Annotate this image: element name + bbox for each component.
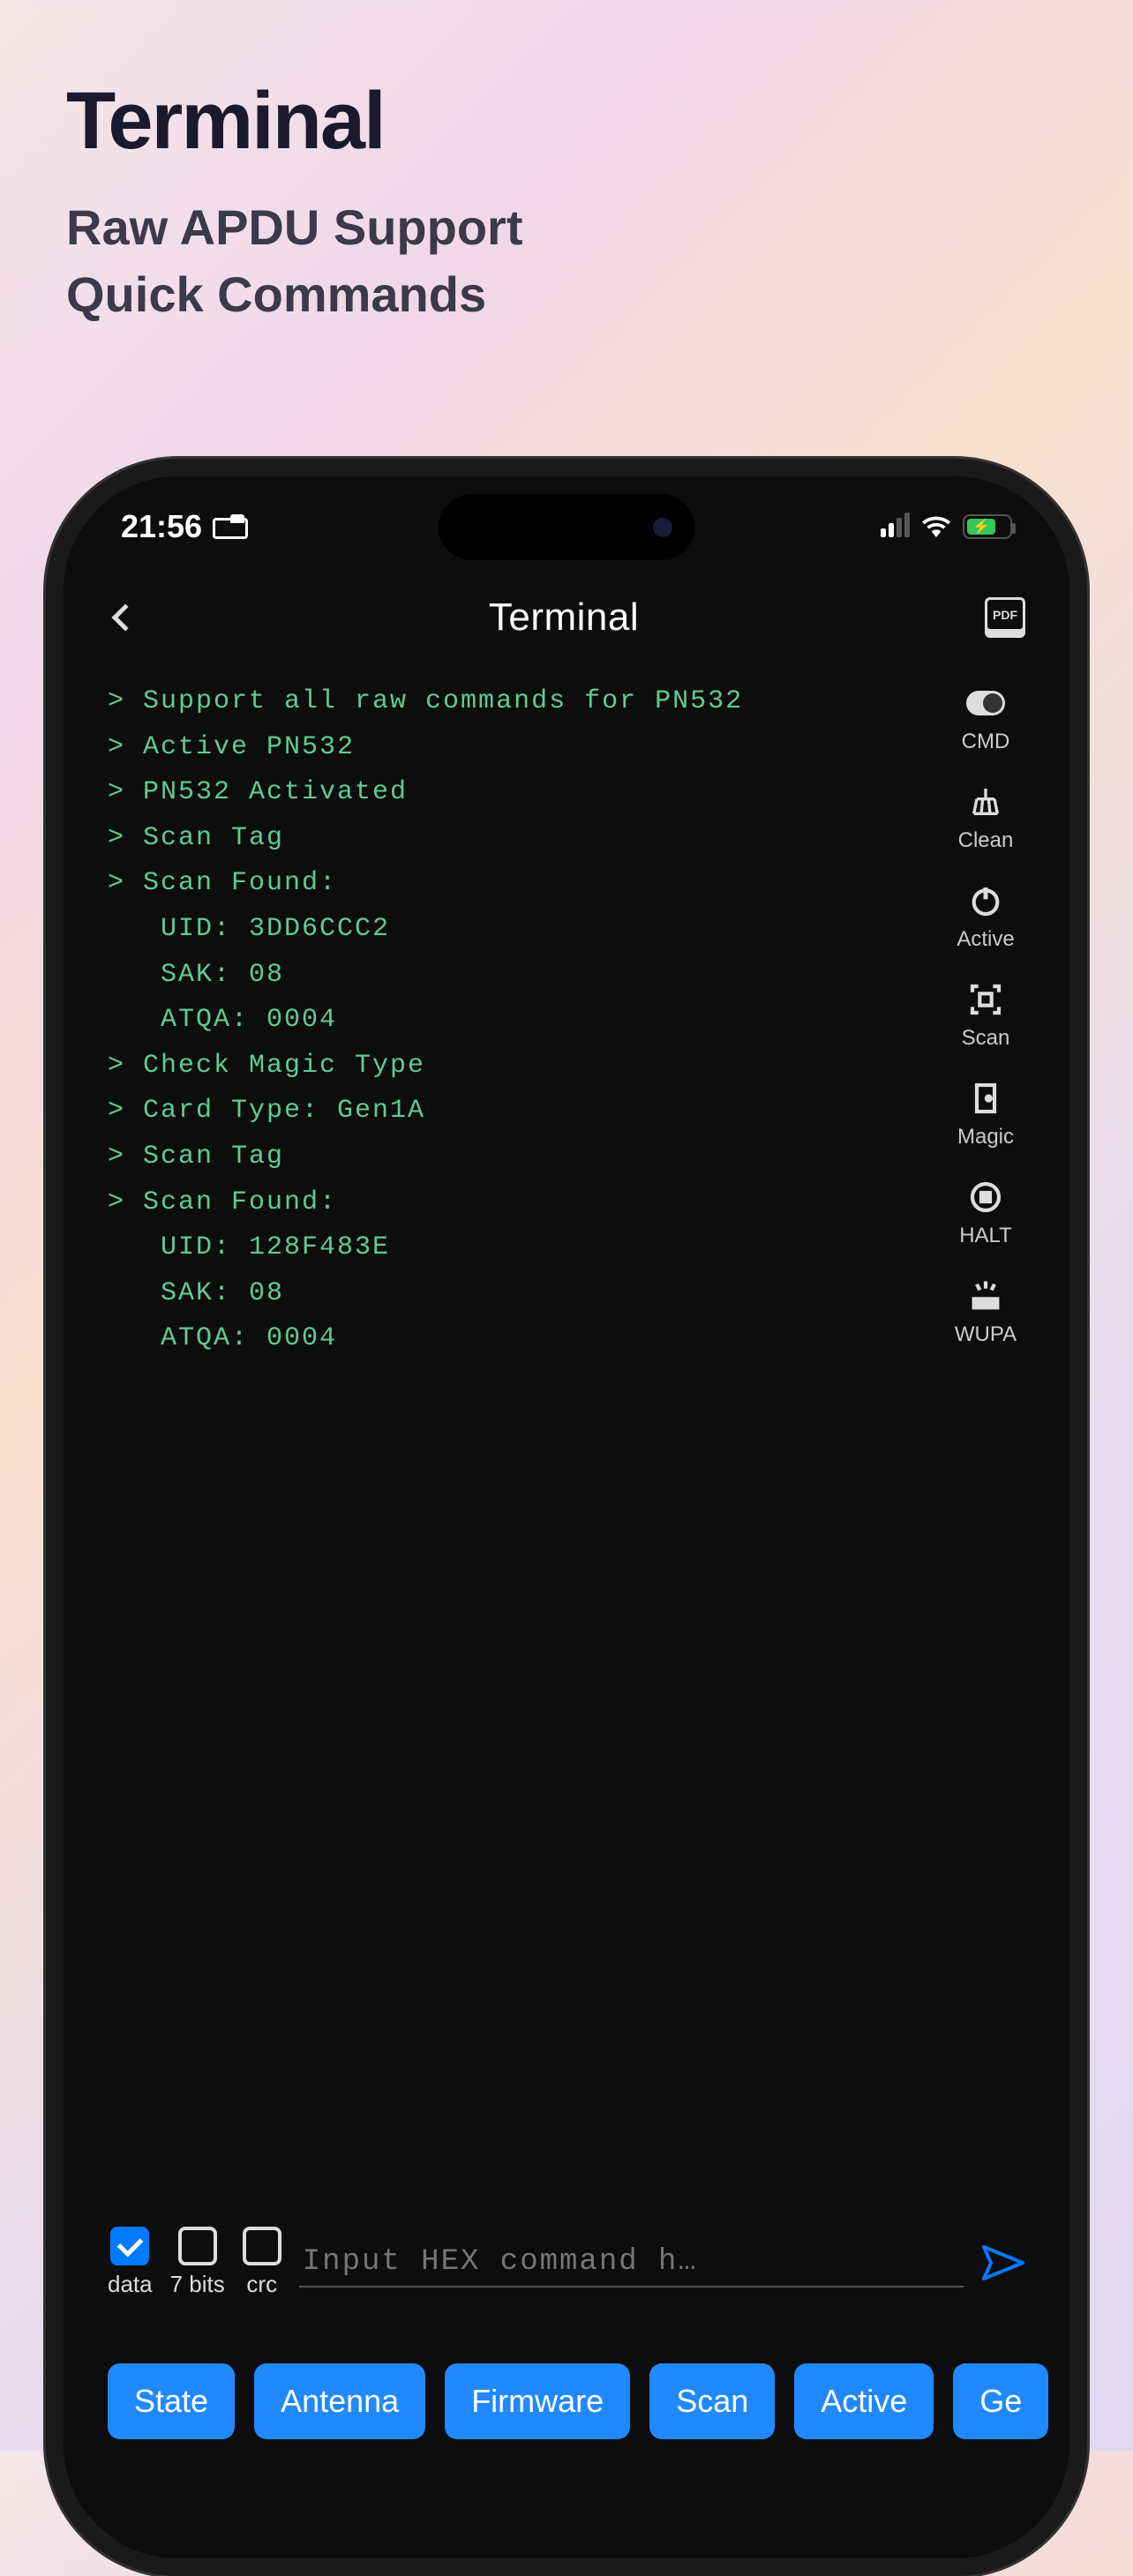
cmd-active-button[interactable]: Active (794, 2363, 934, 2439)
page-subtitle: Raw APDU Support Quick Commands (66, 194, 1067, 327)
terminal-line: SAK: 08 (108, 1271, 928, 1317)
tool-cmd[interactable]: CMD (942, 684, 1030, 754)
notch (439, 494, 694, 560)
page-title: Terminal (66, 75, 1067, 168)
cmd-firmware-button[interactable]: Firmware (445, 2363, 630, 2439)
terminal-line: > Scan Found: (108, 861, 928, 907)
checkbox-label: 7 bits (170, 2271, 225, 2298)
terminal-line: > Scan Tag (108, 1134, 928, 1180)
cmd-scan-button[interactable]: Scan (649, 2363, 775, 2439)
chevron-left-icon (111, 603, 139, 631)
hex-command-input[interactable] (299, 2238, 964, 2288)
terminal-line: UID: 3DD6CCC2 (108, 907, 928, 953)
terminal-line: > Scan Found: (108, 1180, 928, 1226)
checkbox-data[interactable] (110, 2227, 149, 2265)
nav-title: Terminal (489, 595, 639, 640)
bed-icon (213, 514, 248, 539)
tool-magic[interactable]: Magic (942, 1079, 1030, 1149)
door-icon (966, 1079, 1005, 1118)
terminal-line: > Support all raw commands for PN532 (108, 679, 928, 725)
side-toolbar: CMD Clean Active (942, 684, 1030, 1347)
toggle-icon (966, 691, 1005, 715)
terminal-line: SAK: 08 (108, 953, 928, 999)
terminal-line: > Check Magic Type (108, 1044, 928, 1090)
broom-icon (966, 783, 1005, 821)
power-icon (966, 881, 1005, 920)
cmd-state-button[interactable]: State (108, 2363, 235, 2439)
send-button[interactable] (981, 2241, 1025, 2285)
signal-icon (881, 516, 910, 537)
tool-active[interactable]: Active (942, 881, 1030, 952)
tool-scan[interactable]: Scan (942, 980, 1030, 1051)
wake-icon (966, 1277, 1005, 1315)
status-time: 21:56 (121, 508, 202, 545)
tool-wupa[interactable]: WUPA (942, 1277, 1030, 1347)
input-controls: data 7 bits crc (108, 2227, 1025, 2298)
terminal-output: > Support all raw commands for PN532 > A… (108, 679, 928, 1362)
quick-commands-bar: State Antenna Firmware Scan Active Ge (108, 2363, 1069, 2439)
stop-icon (966, 1178, 1005, 1217)
terminal-line: > Card Type: Gen1A (108, 1089, 928, 1134)
send-icon (982, 2245, 1024, 2280)
terminal-line: ATQA: 0004 (108, 998, 928, 1044)
cmd-antenna-button[interactable]: Antenna (254, 2363, 425, 2439)
wifi-icon (922, 516, 950, 537)
back-button[interactable] (108, 600, 143, 635)
terminal-line: > PN532 Activated (108, 770, 928, 816)
tool-halt[interactable]: HALT (942, 1178, 1030, 1248)
tool-clean[interactable]: Clean (942, 783, 1030, 853)
checkbox-label: data (108, 2271, 153, 2298)
scan-icon (966, 980, 1005, 1019)
checkbox-crc[interactable] (243, 2227, 281, 2265)
phone-frame: 21:56 ⚡ (46, 459, 1087, 2576)
checkbox-label: crc (246, 2271, 277, 2298)
terminal-line: UID: 128F483E (108, 1225, 928, 1271)
pdf-export-button[interactable] (985, 597, 1025, 638)
cmd-partial-button[interactable]: Ge (953, 2363, 1048, 2439)
battery-icon: ⚡ (963, 514, 1012, 539)
checkbox-7bits[interactable] (178, 2227, 217, 2265)
terminal-line: > Active PN532 (108, 725, 928, 771)
terminal-line: ATQA: 0004 (108, 1316, 928, 1362)
terminal-line: > Scan Tag (108, 816, 928, 862)
